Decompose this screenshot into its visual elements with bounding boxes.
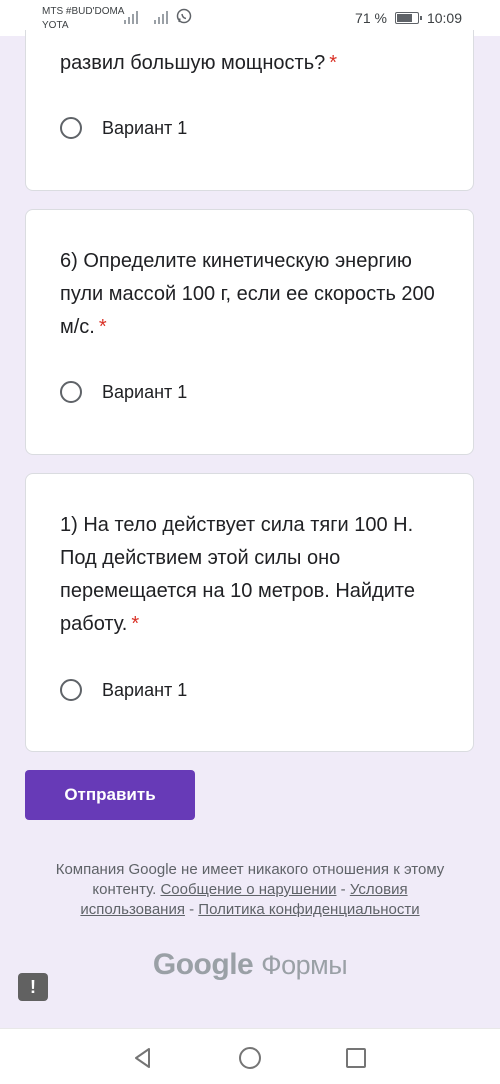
required-asterisk: *	[98, 316, 107, 338]
radio-button[interactable]	[60, 381, 82, 403]
option-label: Вариант 1	[102, 381, 188, 402]
back-triangle-icon[interactable]	[131, 1046, 155, 1070]
google-forms-logo[interactable]: Google Формы	[0, 948, 500, 982]
question-title: развил большую мощность? *	[60, 47, 449, 80]
option-row[interactable]: Вариант 1	[60, 679, 187, 701]
carrier-info: MTS #BUD'DOMA YOTA	[42, 5, 124, 33]
battery-percent: 71 %	[355, 10, 387, 26]
signal-icons	[124, 8, 192, 24]
question-title: 1) На тело действует сила тяги 100 Н. По…	[60, 509, 449, 641]
whatsapp-icon	[176, 8, 192, 24]
question-card-1: развил большую мощность? * Вариант 1	[25, 30, 474, 191]
question-title: 6) Определите кинетическую энергию пули …	[60, 245, 449, 344]
footer-separator: -	[189, 901, 195, 918]
home-circle-icon[interactable]	[238, 1046, 262, 1070]
navigation-bar	[0, 1028, 500, 1084]
question-text: 1) На тело действует сила тяги 100 Н. По…	[60, 514, 415, 635]
option-label: Вариант 1	[102, 679, 188, 700]
question-card-3: 1) На тело действует сила тяги 100 Н. По…	[25, 473, 474, 752]
status-right: 71 % 10:09	[355, 10, 462, 26]
carrier-name-1: MTS #BUD'DOMA	[42, 6, 125, 17]
radio-button[interactable]	[60, 117, 82, 139]
recents-square-icon[interactable]	[344, 1046, 368, 1070]
clock: 10:09	[426, 10, 462, 26]
question-text: 6) Определите кинетическую энергию пули …	[60, 250, 435, 338]
forms-wordmark: Формы	[261, 950, 348, 980]
footer-separator: -	[340, 881, 346, 898]
required-asterisk: *	[131, 613, 140, 635]
signal-strength-2-icon	[154, 11, 168, 24]
footer-text: Компания Google не имеет никакого отноше…	[40, 860, 460, 920]
report-abuse-link[interactable]: Сообщение о нарушении	[160, 881, 336, 898]
footer: Компания Google не имеет никакого отноше…	[0, 860, 500, 920]
option-row[interactable]: Вариант 1	[60, 117, 187, 139]
privacy-link[interactable]: Политика конфиденциальности	[198, 901, 419, 918]
option-label: Вариант 1	[102, 117, 188, 138]
google-wordmark: Google	[152, 948, 254, 981]
question-card-2: 6) Определите кинетическую энергию пули …	[25, 209, 474, 455]
required-asterisk: *	[329, 52, 338, 74]
battery-icon	[394, 12, 422, 24]
signal-strength-icon	[124, 11, 138, 24]
submit-button[interactable]: Отправить	[25, 770, 195, 820]
radio-button[interactable]	[60, 679, 82, 701]
option-row[interactable]: Вариант 1	[60, 381, 187, 403]
report-problem-icon[interactable]: !	[18, 973, 48, 1001]
question-text: развил большую мощность?	[60, 52, 326, 74]
